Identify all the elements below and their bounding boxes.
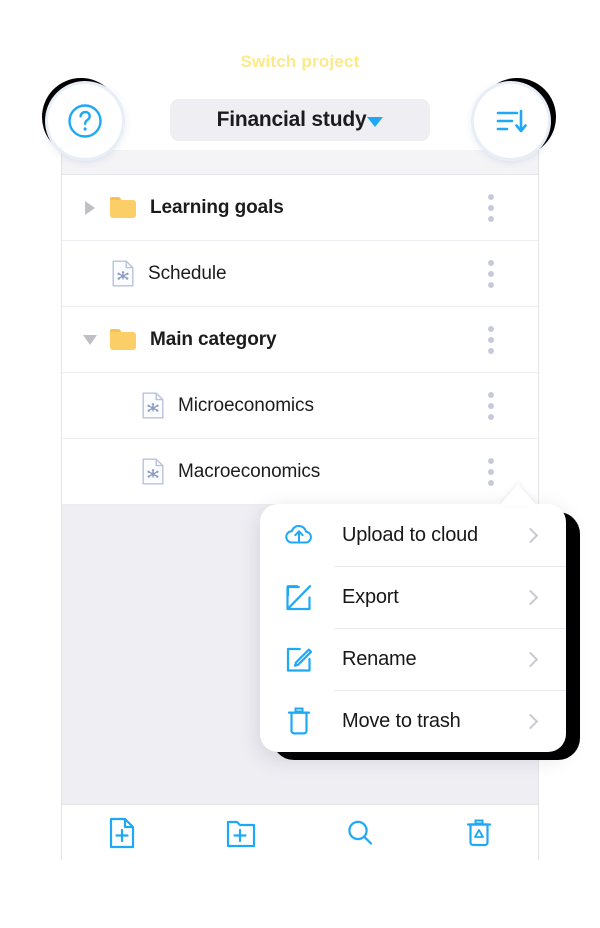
- new-folder-button[interactable]: [181, 818, 300, 848]
- chevron-right-icon: [85, 200, 95, 215]
- more-vertical-icon[interactable]: [488, 391, 494, 420]
- chevron-right-icon: [522, 713, 539, 729]
- context-menu-item[interactable]: Move to trash: [260, 690, 566, 752]
- panel-header-strip: [62, 150, 538, 175]
- trash-icon: [287, 707, 311, 735]
- annotation-sorting-label: Sorting: [497, 52, 558, 71]
- list-item[interactable]: Main category: [62, 307, 538, 373]
- recycle-bin-button[interactable]: [419, 817, 538, 848]
- pencil-square-icon: [286, 647, 313, 672]
- list-item-label: Main category: [150, 328, 277, 350]
- disclosure-toggle[interactable]: [76, 334, 104, 345]
- caret-down-icon: [367, 117, 384, 127]
- disclosure-toggle[interactable]: [76, 200, 104, 215]
- app-screen: Help Switch project Sorting Learning goa…: [0, 0, 600, 928]
- file-list: Learning goals Schedule Main category Micro…: [62, 175, 538, 505]
- sort-button[interactable]: [474, 84, 548, 158]
- context-menu-pointer-arrow: [499, 484, 537, 506]
- document-icon-wrap: [142, 392, 164, 419]
- more-vertical-icon[interactable]: [488, 325, 494, 354]
- trash-icon-wrap: [282, 706, 316, 736]
- context-menu: Upload to cloud Export Rename Move to trash: [260, 504, 566, 752]
- document-icon: [112, 260, 134, 287]
- context-menu-item-label: Upload to cloud: [342, 523, 478, 546]
- question-mark-circle-icon: [68, 104, 102, 138]
- list-item-label: Macroeconomics: [178, 460, 321, 482]
- list-item-label: Learning goals: [150, 196, 284, 218]
- document-icon-wrap: [142, 458, 164, 485]
- sort-descending-icon: [496, 109, 527, 133]
- new-file-icon: [109, 817, 134, 848]
- recycle-bin-icon: [466, 819, 491, 847]
- list-item[interactable]: Macroeconomics: [62, 439, 538, 505]
- context-menu-item[interactable]: Export: [260, 566, 566, 628]
- project-selector[interactable]: Financial study: [170, 99, 430, 141]
- search-icon: [347, 820, 372, 845]
- export-arrow-icon: [286, 585, 312, 611]
- context-menu-item-label: Export: [342, 585, 399, 608]
- new-file-button[interactable]: [62, 817, 181, 849]
- folder-icon: [110, 329, 136, 350]
- cloud-upload-icon-wrap: [282, 522, 316, 548]
- list-item-label: Microeconomics: [178, 394, 314, 416]
- document-icon: [142, 458, 164, 485]
- export-arrow-icon-wrap: [282, 583, 316, 611]
- list-item-label: Schedule: [148, 262, 227, 284]
- folder-icon: [110, 197, 136, 218]
- list-item[interactable]: Learning goals: [62, 175, 538, 241]
- context-menu-item-label: Move to trash: [342, 709, 461, 732]
- document-icon-wrap: [112, 260, 134, 287]
- chevron-down-icon: [83, 334, 97, 345]
- search-button[interactable]: [300, 818, 419, 848]
- context-menu-item[interactable]: Rename: [260, 628, 566, 690]
- document-icon: [142, 392, 164, 419]
- context-menu-item[interactable]: Upload to cloud: [260, 504, 566, 566]
- chevron-right-icon: [522, 589, 539, 605]
- bottom-toolbar: [61, 804, 539, 860]
- more-vertical-icon[interactable]: [488, 259, 494, 288]
- chevron-right-icon: [522, 527, 539, 543]
- list-item[interactable]: Schedule: [62, 241, 538, 307]
- pencil-square-icon-wrap: [282, 645, 316, 673]
- context-menu-item-label: Rename: [342, 647, 417, 670]
- new-folder-icon: [226, 820, 255, 847]
- list-item[interactable]: Microeconomics: [62, 373, 538, 439]
- project-name-label: Financial study: [216, 108, 367, 131]
- cloud-upload-icon: [285, 525, 312, 544]
- more-vertical-icon[interactable]: [488, 457, 494, 486]
- more-vertical-icon[interactable]: [488, 193, 494, 222]
- help-button[interactable]: [48, 84, 122, 158]
- chevron-right-icon: [522, 651, 539, 667]
